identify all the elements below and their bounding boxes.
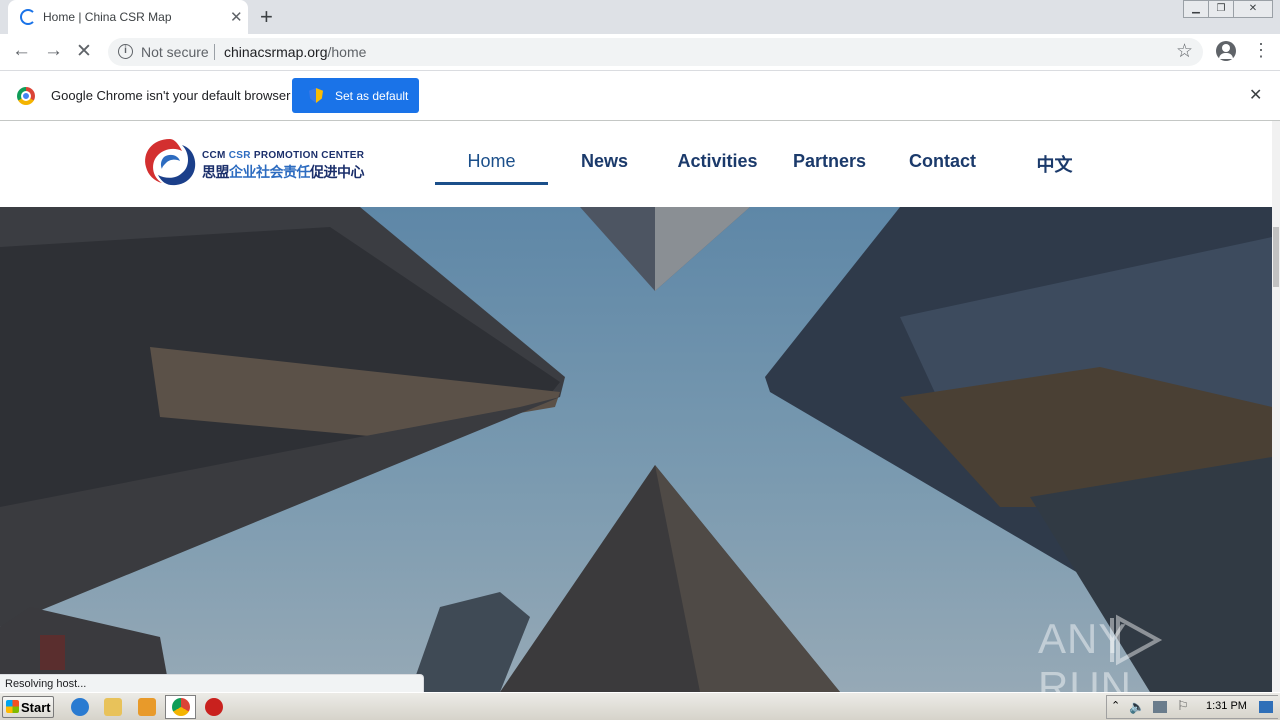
- start-button[interactable]: Start: [2, 696, 54, 718]
- uac-shield-icon: [309, 88, 323, 103]
- profile-avatar-icon[interactable]: [1216, 41, 1236, 61]
- tab-title: Home | China CSR Map: [43, 10, 172, 24]
- logo-english-text: CCM CSR PROMOTION CENTER: [202, 150, 364, 161]
- infobar-message: Google Chrome isn't your default browser: [51, 88, 291, 103]
- default-browser-infobar: Google Chrome isn't your default browser…: [0, 71, 1280, 121]
- windows-taskbar: Start ⌃ 🔈 ⚐ 1:31 PM: [0, 692, 1280, 720]
- forward-arrow-icon[interactable]: →: [44, 40, 63, 62]
- action-center-flag-icon[interactable]: ⚐: [1177, 698, 1189, 714]
- scrollbar-thumb[interactable]: [1273, 227, 1279, 287]
- web-page: CCM CSR PROMOTION CENTER 思盟企业社会责任促进中心 Ho…: [0, 121, 1280, 692]
- windows-logo-icon: [6, 700, 19, 713]
- info-icon[interactable]: i: [118, 44, 133, 59]
- bookmark-star-icon[interactable]: ☆: [1176, 40, 1193, 63]
- logo-promotion-center: PROMOTION CENTER: [250, 150, 365, 161]
- logo-cn-part1: 思盟: [202, 164, 230, 180]
- close-tab-icon[interactable]: ✕: [230, 8, 243, 26]
- address-bar[interactable]: i Not secure chinacsrmap.org/home ☆: [108, 38, 1203, 66]
- set-as-default-label: Set as default: [335, 89, 409, 103]
- browser-toolbar: ← → ✕ i Not secure chinacsrmap.org/home …: [0, 34, 1280, 71]
- logo-ccm: CCM: [202, 150, 229, 161]
- stop-sign-icon[interactable]: [205, 698, 223, 716]
- new-tab-button[interactable]: +: [260, 4, 273, 30]
- nav-news[interactable]: News: [548, 151, 661, 172]
- set-as-default-button[interactable]: Set as default: [292, 78, 419, 113]
- url-text[interactable]: chinacsrmap.org/home: [224, 44, 366, 60]
- loading-spinner-icon: [20, 9, 36, 25]
- page-scrollbar[interactable]: [1272, 121, 1280, 692]
- nav-partners[interactable]: Partners: [773, 151, 886, 172]
- chrome-logo-icon: [17, 87, 35, 105]
- url-domain: chinacsrmap.org: [224, 44, 328, 60]
- network-icon[interactable]: [1153, 701, 1167, 713]
- nav-activities[interactable]: Activities: [661, 151, 774, 172]
- ccm-swirl-logo-icon: [145, 139, 196, 186]
- site-header: CCM CSR PROMOTION CENTER 思盟企业社会责任促进中心 Ho…: [0, 121, 1272, 207]
- active-nav-indicator: [435, 182, 548, 185]
- infobar-close-icon[interactable]: ✕: [1249, 85, 1262, 105]
- stop-loading-icon[interactable]: ✕: [76, 40, 92, 63]
- site-logo[interactable]: CCM CSR PROMOTION CENTER 思盟企业社会责任促进中心: [140, 133, 365, 191]
- taskbar-chrome-button[interactable]: [165, 695, 196, 719]
- logo-chinese-text: 思盟企业社会责任促进中心: [202, 162, 365, 182]
- minimize-button[interactable]: ▁: [1183, 0, 1209, 18]
- internet-explorer-icon[interactable]: [71, 698, 89, 716]
- logo-cn-part2: 企业社会责任: [229, 164, 311, 180]
- nav-chinese[interactable]: 中文: [998, 151, 1111, 177]
- watermark-play-icon: [1110, 614, 1163, 666]
- menu-dots-icon[interactable]: ⋮: [1252, 40, 1270, 61]
- security-status[interactable]: Not secure: [141, 44, 209, 60]
- media-player-icon[interactable]: [138, 698, 156, 716]
- close-window-button[interactable]: ✕: [1233, 0, 1273, 18]
- system-tray: ⌃ 🔈 ⚐: [1106, 695, 1278, 719]
- back-arrow-icon[interactable]: ←: [12, 40, 31, 62]
- nav-contact[interactable]: Contact: [886, 151, 999, 172]
- file-explorer-icon[interactable]: [104, 698, 122, 716]
- address-separator: [214, 44, 215, 60]
- show-hidden-icons-icon[interactable]: ⌃: [1111, 699, 1120, 712]
- volume-icon[interactable]: 🔈: [1129, 699, 1145, 715]
- nav-home[interactable]: Home: [435, 151, 548, 172]
- restore-button[interactable]: ❐: [1208, 0, 1234, 18]
- taskbar-clock[interactable]: 1:31 PM: [1206, 700, 1247, 712]
- url-path: /home: [327, 44, 367, 60]
- logo-csr: CSR: [228, 150, 251, 161]
- show-desktop-icon[interactable]: [1259, 701, 1273, 713]
- status-bubble: Resolving host...: [0, 674, 424, 692]
- start-label: Start: [21, 700, 51, 715]
- chrome-taskbar-icon: [172, 698, 190, 716]
- tab-strip: Home | China CSR Map ✕ + ▁ ❐ ✕: [0, 0, 1280, 34]
- logo-cn-part3: 促进中心: [310, 164, 365, 180]
- browser-tab[interactable]: Home | China CSR Map ✕: [8, 0, 248, 34]
